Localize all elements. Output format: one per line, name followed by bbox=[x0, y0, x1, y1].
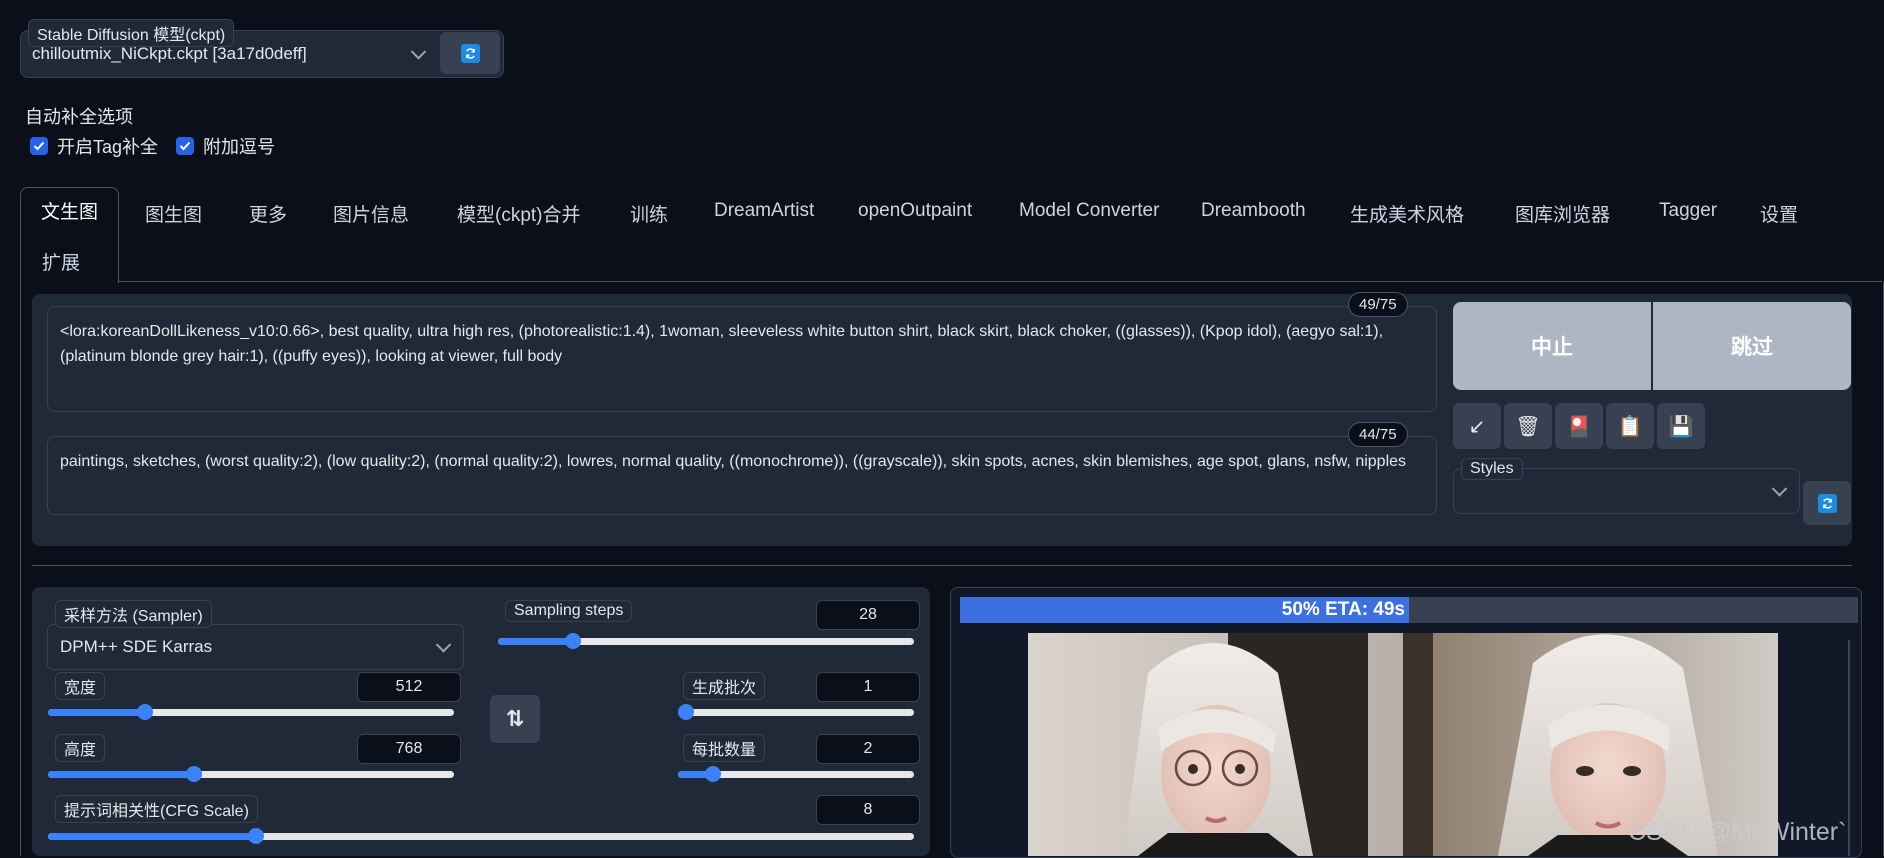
prompt-input[interactable]: <lora:koreanDollLikeness_v10:0.66>, best… bbox=[47, 306, 1437, 412]
tab-extensions[interactable]: 扩展 bbox=[42, 248, 80, 275]
sampler-label: 采样方法 (Sampler) bbox=[55, 600, 212, 628]
tab-dreambooth[interactable]: Dreambooth bbox=[1201, 200, 1306, 222]
batch-count-label: 生成批次 bbox=[683, 672, 766, 700]
tab-gallery-browser[interactable]: 图库浏览器 bbox=[1515, 200, 1610, 227]
sampling-steps-input[interactable]: 28 bbox=[816, 600, 920, 630]
arrow-down-left-icon: ↙ bbox=[1468, 415, 1486, 438]
batch-count-slider[interactable] bbox=[678, 704, 914, 720]
tab-model-converter[interactable]: Model Converter bbox=[1019, 200, 1159, 222]
trash-icon: 🗑 bbox=[1515, 415, 1541, 438]
chevron-down-icon bbox=[435, 637, 452, 653]
checkmark-icon bbox=[176, 137, 194, 155]
batch-size-slider[interactable] bbox=[678, 766, 914, 782]
chevron-down-icon bbox=[1771, 481, 1788, 497]
cfg-scale-slider[interactable] bbox=[48, 828, 914, 844]
swap-arrows-icon: ⇅ bbox=[505, 706, 525, 731]
slider-fill bbox=[48, 771, 195, 778]
append-comma-label: 附加逗号 bbox=[203, 137, 275, 157]
negative-prompt-token-count: 44/75 bbox=[1348, 422, 1408, 447]
progress-text: 50% ETA: 49s bbox=[1281, 599, 1405, 620]
checkmark-icon bbox=[30, 137, 48, 155]
height-input[interactable]: 768 bbox=[357, 734, 461, 764]
slider-knob[interactable] bbox=[678, 704, 694, 720]
width-label: 宽度 bbox=[55, 672, 106, 700]
skip-button[interactable]: 跳过 bbox=[1653, 302, 1851, 390]
prompt-token-count: 49/75 bbox=[1348, 292, 1408, 317]
styles-label: Styles bbox=[1461, 458, 1523, 480]
gallery-scrollbar[interactable] bbox=[1848, 640, 1850, 856]
slider-fill bbox=[498, 638, 573, 645]
sampler-selected-value: DPM++ SDE Karras bbox=[60, 637, 213, 656]
extra-networks-button[interactable]: 🎴 bbox=[1555, 403, 1603, 449]
sampler-dropdown[interactable]: DPM++ SDE Karras bbox=[47, 624, 464, 670]
tab-img2img[interactable]: 图生图 bbox=[145, 200, 202, 227]
width-slider[interactable] bbox=[48, 704, 454, 720]
save-style-button[interactable]: 💾 bbox=[1657, 403, 1705, 449]
autocomplete-title: 自动补全选项 bbox=[25, 107, 133, 127]
refresh-icon bbox=[460, 43, 480, 63]
model-refresh-button[interactable] bbox=[440, 32, 500, 74]
styles-refresh-button[interactable] bbox=[1803, 481, 1851, 525]
chevron-down-icon bbox=[410, 44, 427, 60]
save-icon: 💾 bbox=[1668, 415, 1694, 438]
tab-openoutpaint[interactable]: openOutpaint bbox=[858, 200, 972, 222]
sampling-steps-slider[interactable] bbox=[498, 633, 914, 649]
cfg-scale-input[interactable]: 8 bbox=[816, 795, 920, 825]
interrupt-button[interactable]: 中止 bbox=[1453, 302, 1651, 390]
tab-train[interactable]: 训练 bbox=[630, 200, 668, 227]
read-params-button[interactable]: ↙ bbox=[1453, 403, 1501, 449]
slider-fill bbox=[48, 709, 146, 716]
sampling-steps-label: Sampling steps bbox=[505, 600, 633, 622]
tab-more[interactable]: 更多 bbox=[249, 200, 287, 227]
clipboard-icon: 📋 bbox=[1617, 415, 1643, 438]
tab-checkpoint-merger[interactable]: 模型(ckpt)合并 bbox=[457, 200, 581, 227]
section-divider bbox=[32, 565, 1852, 566]
slider-fill bbox=[48, 833, 256, 840]
model-selected-value: chilloutmix_NiCkpt.ckpt [3a17d0deff] bbox=[32, 44, 307, 63]
swap-dimensions-button[interactable]: ⇅ bbox=[490, 695, 540, 743]
clear-prompt-button[interactable]: 🗑 bbox=[1504, 403, 1552, 449]
tab-image-info[interactable]: 图片信息 bbox=[333, 200, 409, 227]
tag-autocomplete-label: 开启Tag补全 bbox=[57, 137, 159, 157]
watermark-text: CSDN @Mr.Winter` bbox=[1628, 818, 1847, 846]
tab-settings[interactable]: 设置 bbox=[1760, 200, 1798, 227]
batch-size-label: 每批数量 bbox=[683, 734, 766, 762]
slider-knob[interactable] bbox=[247, 828, 264, 844]
tag-autocomplete-checkbox[interactable]: 开启Tag补全 bbox=[30, 133, 158, 159]
tab-art-style[interactable]: 生成美术风格 bbox=[1350, 200, 1464, 227]
tab-tagger[interactable]: Tagger bbox=[1659, 200, 1717, 222]
slider-knob[interactable] bbox=[564, 633, 581, 649]
batch-count-input[interactable]: 1 bbox=[816, 672, 920, 702]
height-label: 高度 bbox=[55, 734, 106, 762]
height-slider[interactable] bbox=[48, 766, 454, 782]
apply-style-button[interactable]: 📋 bbox=[1606, 403, 1654, 449]
tab-dreamartist[interactable]: DreamArtist bbox=[714, 200, 814, 222]
negative-prompt-input[interactable]: paintings, sketches, (worst quality:2), … bbox=[47, 436, 1437, 515]
append-comma-checkbox[interactable]: 附加逗号 bbox=[176, 133, 275, 159]
refresh-icon bbox=[1817, 493, 1837, 513]
model-dropdown[interactable]: chilloutmix_NiCkpt.ckpt [3a17d0deff] bbox=[20, 34, 438, 74]
width-input[interactable]: 512 bbox=[357, 672, 461, 702]
red-card-icon: 🎴 bbox=[1566, 415, 1592, 438]
cfg-scale-label: 提示词相关性(CFG Scale) bbox=[55, 795, 258, 823]
batch-size-input[interactable]: 2 bbox=[816, 734, 920, 764]
